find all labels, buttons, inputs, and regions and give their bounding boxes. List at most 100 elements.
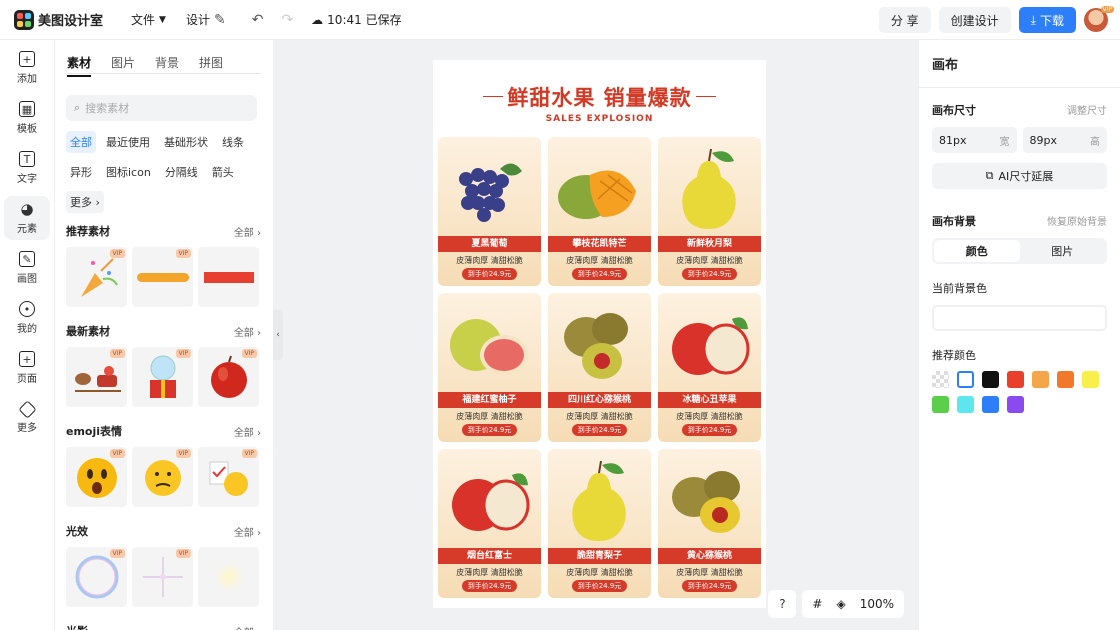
- rail-add[interactable]: + 添加: [4, 46, 50, 90]
- chip-arrows[interactable]: 箭头: [208, 161, 238, 183]
- color-swatch[interactable]: [982, 396, 999, 413]
- color-swatch[interactable]: [957, 371, 974, 388]
- rail-draw[interactable]: ✎ 画图: [4, 246, 50, 290]
- grid-icon[interactable]: #: [812, 597, 822, 611]
- current-bg-swatch[interactable]: [932, 305, 1107, 331]
- thumb-emoji-thinking[interactable]: VIP: [132, 447, 193, 507]
- section-all-link[interactable]: 全部 ›: [234, 224, 261, 239]
- app-logo[interactable]: 美图设计室: [14, 9, 103, 30]
- product-card[interactable]: 夏黑葡萄 皮薄肉厚 清甜松脆 到手价24.9元: [438, 137, 541, 286]
- view-controls: # ◈ 100%: [802, 590, 904, 618]
- rail-mine[interactable]: • 我的: [4, 296, 50, 340]
- section-latest: 最新素材 全部 ›: [66, 323, 261, 339]
- color-swatch[interactable]: [1032, 371, 1049, 388]
- chip-icons[interactable]: 图标icon: [102, 161, 155, 183]
- adjust-size-link[interactable]: 调整尺寸: [1067, 102, 1107, 118]
- thumb-party-popper[interactable]: VIP: [66, 247, 127, 307]
- thumb-yellow-stroke[interactable]: VIP: [132, 247, 193, 307]
- tab-image[interactable]: 图片: [1020, 240, 1106, 262]
- redo-icon[interactable]: ↷: [281, 12, 293, 28]
- rail-more[interactable]: 更多: [4, 396, 50, 440]
- design-menu[interactable]: 设计 ✎: [186, 11, 226, 28]
- create-design-button[interactable]: 创建设计: [938, 7, 1011, 33]
- product-card[interactable]: 攀枝花凯特芒 皮薄肉厚 清甜松脆 到手价24.9元: [548, 137, 651, 286]
- thumb-bubble[interactable]: VIP: [66, 547, 127, 607]
- pomelo-image: [438, 297, 541, 392]
- chip-recent[interactable]: 最近使用: [102, 131, 154, 153]
- color-swatch[interactable]: [1007, 371, 1024, 388]
- thumb-apple[interactable]: VIP: [198, 347, 259, 407]
- color-swatch[interactable]: [1007, 396, 1024, 413]
- canvas-size-label: 画布尺寸: [932, 104, 976, 117]
- color-swatch[interactable]: [957, 396, 974, 413]
- kiwi-red-image: [548, 297, 651, 392]
- color-swatch[interactable]: [1082, 371, 1099, 388]
- thumb-sleigh[interactable]: VIP: [66, 347, 127, 407]
- help-button[interactable]: ?: [768, 590, 797, 618]
- canvas-area[interactable]: 鲜甜水果 销量爆款 SALES EXPLOSION 夏黑葡萄 皮薄肉厚 清甜松脆到…: [273, 40, 918, 630]
- product-card[interactable]: 黄心猕猴桃 皮薄肉厚 清甜松脆 到手价24.9元: [658, 449, 761, 598]
- product-card[interactable]: 脆甜青梨子 皮薄肉厚 清甜松脆 到手价24.9元: [548, 449, 651, 598]
- height-field[interactable]: 89px 高: [1022, 127, 1107, 153]
- product-name: 四川红心猕猴桃: [548, 392, 651, 408]
- product-price: 到手价24.9元: [572, 424, 627, 436]
- file-menu[interactable]: 文件 ▼: [131, 11, 166, 28]
- rail-template[interactable]: ▦ 模板: [4, 96, 50, 140]
- apple-image: [438, 453, 541, 548]
- rail-page[interactable]: + 页面: [4, 346, 50, 390]
- thumb-red-bar[interactable]: [198, 247, 259, 307]
- rail-text[interactable]: T 文字: [4, 146, 50, 190]
- download-button[interactable]: ⤓ 下载: [1018, 7, 1076, 33]
- rail-elements[interactable]: ◕ 元素: [4, 196, 50, 240]
- color-swatch[interactable]: [1057, 371, 1074, 388]
- tab-color[interactable]: 颜色: [934, 240, 1020, 262]
- vip-tag: VIP: [175, 449, 191, 458]
- bg-type-toggle: 颜色 图片: [932, 238, 1107, 264]
- poster-canvas[interactable]: 鲜甜水果 销量爆款 SALES EXPLOSION 夏黑葡萄 皮薄肉厚 清甜松脆到…: [433, 60, 766, 608]
- undo-icon[interactable]: ↶: [252, 12, 264, 28]
- layers-icon[interactable]: ◈: [836, 597, 845, 611]
- save-status: ☁ 10:41 已保存: [311, 11, 401, 28]
- product-card[interactable]: 烟台红富士 皮薄肉厚 清甜松脆 到手价24.9元: [438, 449, 541, 598]
- share-button[interactable]: 分 享: [878, 7, 931, 33]
- chip-dividers[interactable]: 分隔线: [161, 161, 202, 183]
- product-card[interactable]: 四川红心猕猴桃 皮薄肉厚 清甜松脆 到手价24.9元: [548, 293, 651, 442]
- color-swatch[interactable]: [982, 371, 999, 388]
- product-card[interactable]: 福建红蜜柚子 皮薄肉厚 清甜松脆 到手价24.9元: [438, 293, 541, 442]
- thumb-snow-globe[interactable]: VIP: [132, 347, 193, 407]
- restore-bg-link[interactable]: 恢复原始背景: [1047, 213, 1107, 229]
- chip-more[interactable]: 更多 ›: [66, 191, 104, 213]
- product-desc: 皮薄肉厚 清甜松脆: [566, 256, 633, 265]
- rail-label: 文字: [17, 174, 37, 185]
- thumb-glow[interactable]: [198, 547, 259, 607]
- product-card[interactable]: 新鲜秋月梨 皮薄肉厚 清甜松脆 到手价24.9元: [658, 137, 761, 286]
- chip-more-label: 更多: [70, 196, 92, 209]
- product-name: 冰糖心丑苹果: [658, 392, 761, 408]
- chip-lines[interactable]: 线条: [218, 131, 248, 153]
- thumb-emoji-check[interactable]: VIP: [198, 447, 259, 507]
- thumb-sparkle[interactable]: VIP: [132, 547, 193, 607]
- search-input[interactable]: ⌕ 搜索素材: [66, 95, 257, 121]
- product-name: 黄心猕猴桃: [658, 548, 761, 564]
- section-emoji: emoji表情 全部 ›: [66, 423, 261, 439]
- product-card[interactable]: 冰糖心丑苹果 皮薄肉厚 清甜松脆 到手价24.9元: [658, 293, 761, 442]
- ai-extend-button[interactable]: ⧉ AI尺寸延展: [932, 163, 1107, 189]
- category-chips: 全部 最近使用 基础形状 线条 异形 图标icon 分隔线 箭头 更多 ›: [66, 131, 266, 213]
- collapse-panel-handle[interactable]: ‹: [273, 310, 283, 360]
- section-all-link[interactable]: 全部 ›: [234, 424, 261, 439]
- section-all-link[interactable]: 全部 ›: [234, 324, 261, 339]
- chip-basic-shapes[interactable]: 基础形状: [160, 131, 212, 153]
- thumb-emoji-shocked[interactable]: VIP: [66, 447, 127, 507]
- poster-subtitle[interactable]: SALES EXPLOSION: [433, 114, 766, 124]
- width-field[interactable]: 81px 宽: [932, 127, 1017, 153]
- chip-irregular[interactable]: 异形: [66, 161, 96, 183]
- color-swatch[interactable]: [932, 371, 949, 388]
- poster-title[interactable]: 鲜甜水果 销量爆款: [433, 82, 766, 112]
- section-all-link[interactable]: 全部 ›: [234, 624, 261, 630]
- chip-all[interactable]: 全部: [66, 131, 96, 153]
- avatar[interactable]: VIP: [1084, 6, 1114, 32]
- section-all-link[interactable]: 全部 ›: [234, 524, 261, 539]
- color-swatch[interactable]: [932, 396, 949, 413]
- zoom-level[interactable]: 100%: [860, 597, 894, 611]
- thumb-row: VIP VIP: [66, 547, 273, 607]
